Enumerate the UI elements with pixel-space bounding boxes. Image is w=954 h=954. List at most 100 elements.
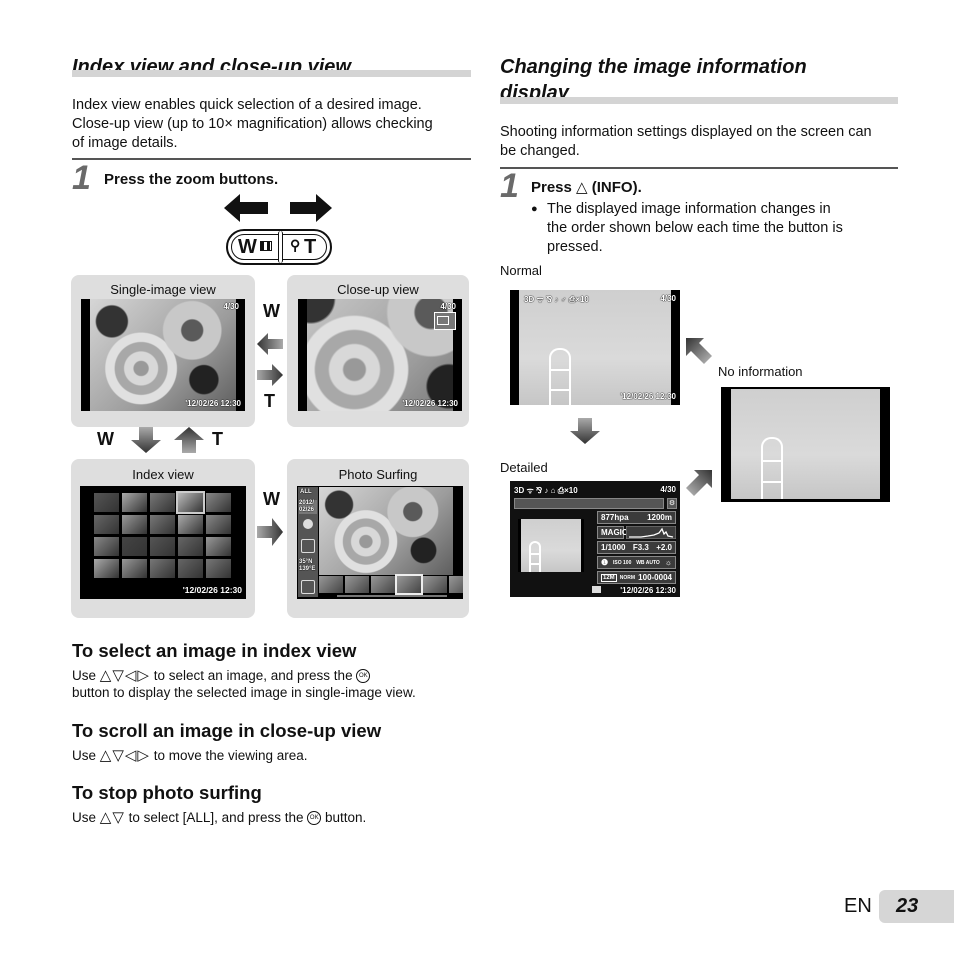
zoom-direction-arrows: [224, 194, 332, 222]
direction-arrows-icon: △▽◁▷: [99, 667, 150, 684]
arrow-right-icon: [290, 194, 332, 222]
intro-line: be changed.: [500, 143, 580, 159]
strip-thumbnail[interactable]: [395, 574, 423, 595]
intro-line: Shooting information settings displayed …: [500, 124, 872, 140]
zoom-w-label: W: [238, 236, 257, 258]
frame-counter: 4/30: [440, 302, 456, 311]
divider: [500, 167, 898, 169]
datetime: '12/02/26 12:30: [620, 586, 676, 595]
thumbnail[interactable]: [178, 537, 203, 556]
screen-normal: 3D ᯤ ⅋ ♪ ♂ ⎙×10 4/30 '12/02/26 12:30: [510, 290, 680, 405]
zoom-button[interactable]: W ⚲ T: [226, 229, 332, 265]
image-size-value: 12M: [601, 573, 617, 582]
sky-photo: [731, 389, 880, 499]
thumbnail[interactable]: [206, 515, 231, 534]
thumbnail[interactable]: [206, 493, 231, 512]
camera-screen: '12/02/26 12:30: [80, 486, 246, 599]
status-icons: 3D ᯤ ⅋ ♪ ⌂ ⎙×10: [514, 486, 578, 495]
strip-thumbnail[interactable]: [319, 576, 343, 593]
key-w-label: W: [263, 301, 280, 321]
arrow-left-gray-icon: [257, 333, 283, 355]
intro-line: Close-up view (up to 10× magnification) …: [72, 116, 433, 132]
thumbnail[interactable]: [178, 515, 203, 534]
panel-label: Single-image view: [110, 282, 216, 297]
scene-icon[interactable]: [301, 580, 315, 594]
thumbnail[interactable]: [150, 537, 175, 556]
strip-thumbnail[interactable]: [449, 576, 463, 593]
bullet-line: The displayed image information changes …: [547, 201, 831, 217]
face-frame-icon[interactable]: [301, 539, 315, 553]
ok-button-icon: OK: [356, 669, 371, 684]
title-line: Changing the image information: [500, 56, 807, 78]
thumbnail[interactable]: [94, 515, 119, 534]
intro-paragraph: Shooting information settings displayed …: [500, 123, 900, 161]
thumbnail[interactable]: [206, 559, 231, 578]
arrow-up-left-gray-icon: [686, 338, 712, 364]
thumbnail[interactable]: [94, 537, 119, 556]
thumbnail[interactable]: [150, 515, 175, 534]
page-number: 23: [896, 895, 919, 917]
info-row-pressure: 877hpa 1200m: [597, 511, 676, 524]
altitude-value: 1200m: [647, 513, 672, 522]
panel-label: Index view: [132, 467, 194, 482]
datetime: '12/02/26 12:30: [185, 399, 241, 408]
thumbnail[interactable]: [122, 493, 147, 512]
step-instruction: Press △ (INFO).: [531, 178, 642, 196]
thumbnail[interactable]: [176, 491, 205, 514]
language-label: EN: [844, 895, 872, 917]
thumbnail[interactable]: [94, 493, 119, 512]
thumbnail[interactable]: [122, 515, 147, 534]
shutter-value: 1/1000: [601, 543, 626, 552]
bullet-icon: ●: [531, 203, 538, 215]
surfing-all[interactable]: ALL: [300, 489, 312, 495]
mode-value: MAGIC: [601, 528, 628, 537]
person-icon[interactable]: [303, 519, 313, 529]
up-arrow-key-icon: △: [576, 179, 588, 196]
frame-counter: 4/30: [223, 302, 239, 311]
text-fragment: (INFO).: [591, 179, 642, 196]
info-row-exposure: 1/1000 F3.3 +2.0: [597, 541, 676, 554]
status-icons: 3D ᯤ ⅋ ♪ ♂ ⎙×10: [524, 295, 589, 304]
bullet-line: the order shown below each time the butt…: [547, 220, 843, 236]
thumbnail[interactable]: [150, 493, 175, 512]
histogram: [626, 526, 676, 539]
thumbnail[interactable]: [206, 537, 231, 556]
panel-photo-surfing: Photo Surfing ALL 2012/ 02/26 35°N 139°E: [287, 459, 469, 618]
thumbnail[interactable]: [94, 559, 119, 578]
step-instruction: Press the zoom buttons.: [104, 171, 279, 188]
arrow-right-gray-icon: [257, 364, 283, 386]
bullet-item: ● The displayed image information change…: [531, 200, 891, 257]
scrollbar[interactable]: [337, 595, 447, 597]
strip-thumbnail[interactable]: [371, 576, 395, 593]
zoom-t-label: T: [304, 236, 317, 258]
text-fragment: button.: [325, 810, 367, 825]
panel-index-view: Index view '12/02/26 12:30: [71, 459, 255, 618]
screen-detailed: 3D ᯤ ⅋ ♪ ⌂ ⎙×10 4/30 ⚙ 877hpa 1200m MAGI…: [510, 481, 680, 597]
surfing-sidebar: ALL 2012/ 02/26 35°N 139°E: [298, 487, 318, 597]
folder-icon: [592, 586, 601, 593]
thumbnail[interactable]: [122, 537, 147, 556]
strip-thumbnail[interactable]: [345, 576, 369, 593]
step-number: 1: [500, 167, 519, 205]
surfing-date[interactable]: 2012/ 02/26: [299, 500, 317, 514]
thumbnail[interactable]: [150, 559, 175, 578]
sky-thumbnail: [518, 519, 584, 572]
info-mode: MAGIC: [597, 526, 628, 539]
arrow-down-gray-icon: [570, 418, 600, 444]
arrow-up-right-gray-icon: [686, 470, 712, 496]
text-fragment: Use: [72, 810, 97, 825]
subsection-text: button to display the selected image in …: [72, 685, 416, 700]
label-no-information: No information: [718, 364, 803, 379]
thumbnail[interactable]: [178, 559, 203, 578]
surfing-location[interactable]: 35°N 139°E: [299, 559, 317, 573]
panel-label: Close-up view: [337, 282, 419, 297]
title-underline: [500, 97, 898, 104]
lifeguard-chair: [549, 348, 571, 405]
arrow-left-icon: [224, 194, 268, 222]
intro-line: of image details.: [72, 135, 178, 151]
page-number-box: 23: [879, 890, 954, 923]
thumbnail[interactable]: [122, 559, 147, 578]
strip-thumbnail[interactable]: [423, 576, 447, 593]
gps-bar: [514, 498, 664, 509]
subsection-text: Use △▽◁▷ to select an image, and press t…: [72, 666, 371, 684]
